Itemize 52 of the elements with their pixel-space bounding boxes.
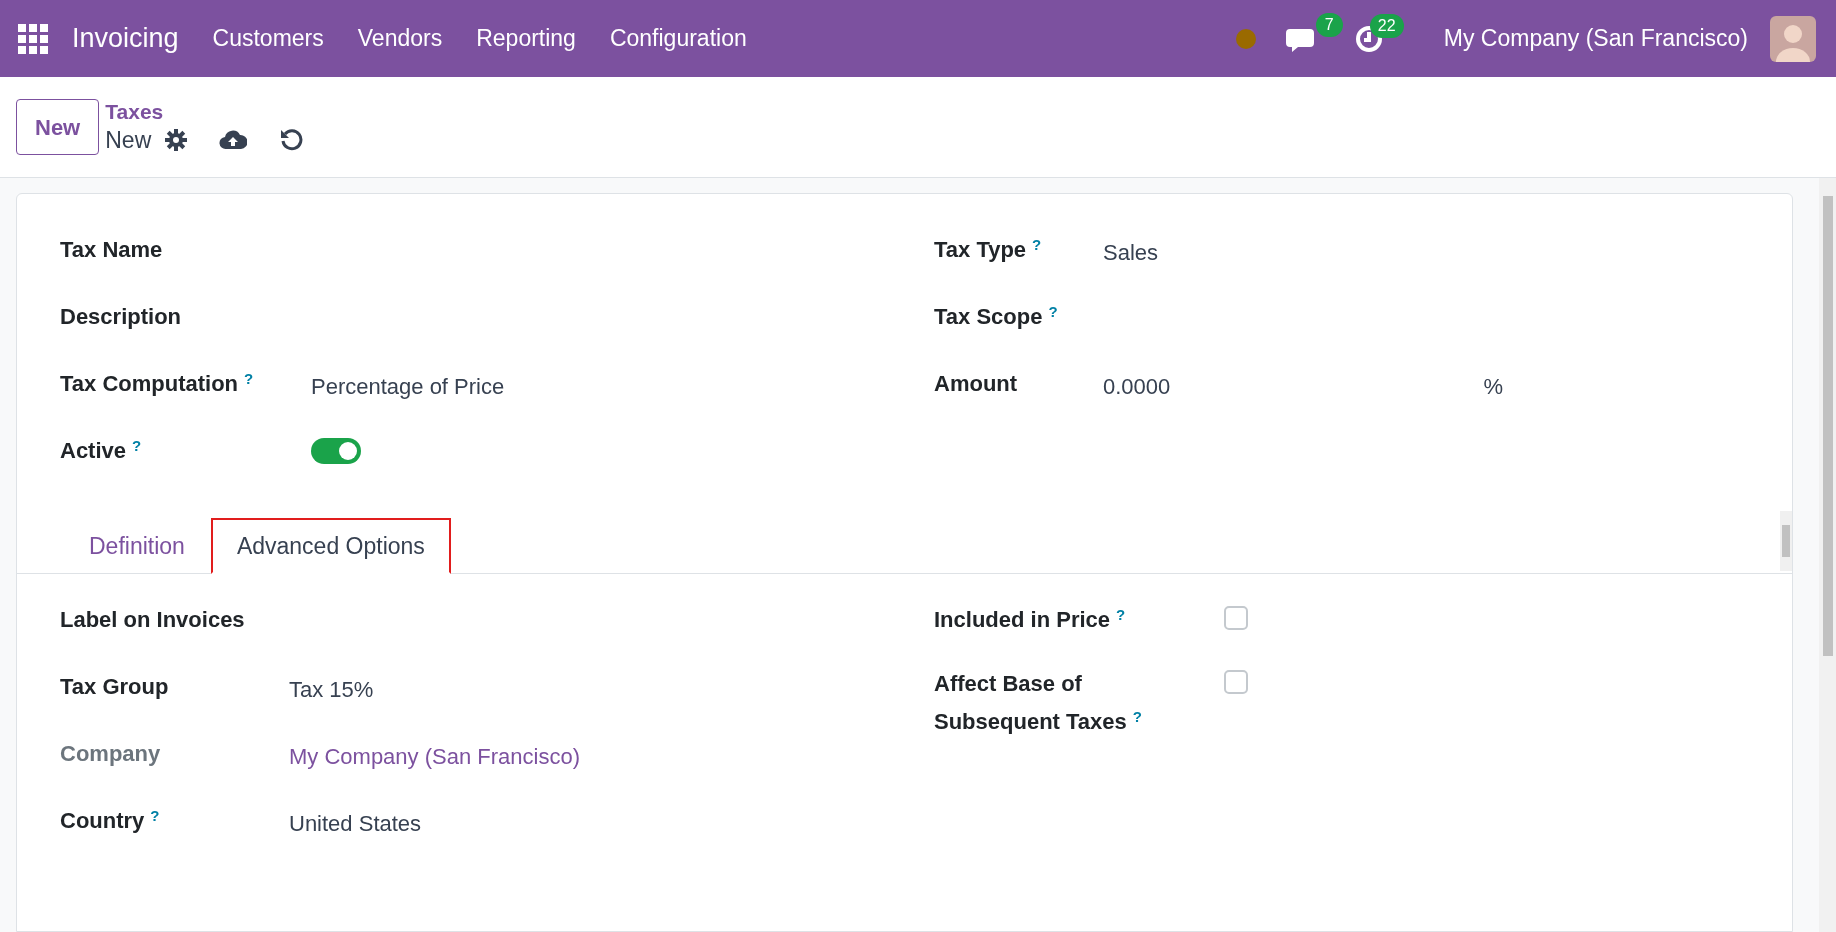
tab[interactable]: Advanced Options <box>210 518 451 574</box>
field-label: Country <box>60 808 145 833</box>
field-label: Label on Invoices <box>60 607 245 632</box>
field-label: Tax Type <box>934 237 1027 262</box>
field-label: Tax Group <box>60 674 169 699</box>
menu-item[interactable]: Reporting <box>476 21 576 56</box>
amount-value: 0.0000 <box>1103 373 1171 401</box>
scrollbar-thumb[interactable] <box>1782 525 1790 557</box>
menu-item[interactable]: Vendors <box>357 21 443 56</box>
scrollbar-thumb[interactable] <box>1822 196 1833 656</box>
message-count-badge: 7 <box>1315 12 1343 37</box>
menu-item[interactable]: Configuration <box>609 21 747 56</box>
help-tooltip-icon[interactable]: ? <box>150 806 160 824</box>
tab[interactable]: Definition <box>63 518 211 574</box>
new-button[interactable]: New <box>16 99 100 155</box>
page-scrollbar[interactable] <box>1819 178 1836 932</box>
company-switcher[interactable]: My Company (San Francisco) <box>1443 21 1748 56</box>
field-label: Tax Scope <box>934 304 1043 329</box>
checkbox[interactable] <box>1224 606 1248 630</box>
user-avatar[interactable] <box>1770 15 1816 62</box>
activity-count-badge: 22 <box>1369 13 1404 38</box>
help-tooltip-icon[interactable]: ? <box>244 369 254 387</box>
help-tooltip-icon[interactable]: ? <box>1048 302 1058 320</box>
field-label: Tax Computation <box>60 371 239 396</box>
field-value: Percentage of Price <box>311 373 505 401</box>
field-label: Included in Price <box>934 607 1111 632</box>
settings-icon[interactable] <box>165 129 188 151</box>
field-label: Tax Name <box>60 237 163 262</box>
field-label: Company <box>60 741 161 766</box>
apps-menu-icon[interactable] <box>18 23 48 54</box>
scrollbar[interactable] <box>1780 511 1792 571</box>
record-title: New <box>105 126 152 155</box>
unit-label: % <box>1483 373 1503 401</box>
field-value: Sales <box>1103 239 1159 267</box>
help-tooltip-icon[interactable]: ? <box>1032 235 1042 253</box>
field-label: Description <box>60 304 182 329</box>
help-tooltip-icon[interactable]: ? <box>1116 605 1126 623</box>
company-link[interactable]: My Company (San Francisco) <box>289 740 580 774</box>
menu-item[interactable]: Customers <box>212 21 324 56</box>
undo-icon[interactable] <box>279 128 304 152</box>
checkbox[interactable] <box>1224 670 1248 694</box>
help-tooltip-icon[interactable]: ? <box>132 436 142 454</box>
field-value: United States <box>289 810 422 838</box>
breadcrumb-link[interactable]: Taxes <box>105 99 304 125</box>
active-toggle[interactable] <box>311 438 361 464</box>
field-label: Amount <box>934 371 1018 396</box>
field-value: Tax 15% <box>289 676 374 704</box>
cloud-upload-icon[interactable] <box>219 129 248 151</box>
field-label: Affect Base of Subsequent Taxes <box>934 671 1127 734</box>
field-label: Active <box>60 438 127 463</box>
app-name[interactable]: Invoicing <box>72 18 179 59</box>
help-tooltip-icon[interactable]: ? <box>1132 707 1142 725</box>
